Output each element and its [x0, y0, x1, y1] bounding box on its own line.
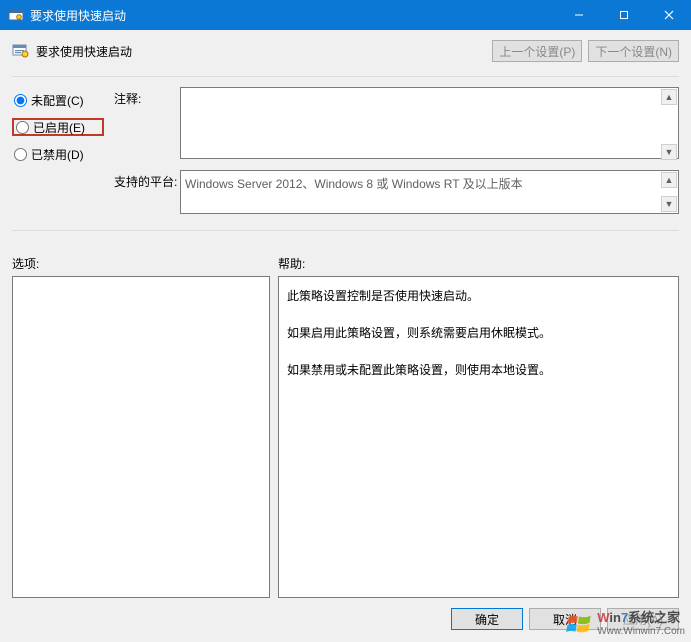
header-row: 要求使用快速启动 上一个设置(P) 下一个设置(N)	[12, 40, 679, 62]
scroll-up-icon[interactable]: ▲	[661, 172, 677, 188]
close-button[interactable]	[646, 0, 691, 30]
options-label: 选项:	[12, 255, 278, 272]
comment-textarea[interactable]	[180, 87, 679, 159]
separator	[12, 76, 679, 77]
titlebar: 要求使用快速启动	[0, 0, 691, 30]
platform-label: 支持的平台:	[114, 170, 180, 190]
radio-enabled-input[interactable]	[16, 121, 29, 134]
policy-app-icon	[8, 7, 24, 23]
comment-label: 注释:	[114, 87, 180, 107]
scroll-up-icon[interactable]: ▲	[661, 89, 677, 105]
radio-not-configured[interactable]: 未配置(C)	[12, 91, 104, 109]
ok-button[interactable]: 确定	[451, 608, 523, 630]
next-setting-button[interactable]: 下一个设置(N)	[588, 40, 679, 62]
help-label: 帮助:	[278, 255, 305, 272]
dialog-button-bar: 确定 取消 应用(A)	[12, 598, 679, 642]
separator	[12, 230, 679, 231]
help-paragraph: 此策略设置控制是否使用快速启动。	[287, 285, 670, 308]
previous-setting-button[interactable]: 上一个设置(P)	[492, 40, 582, 62]
radio-disabled[interactable]: 已禁用(D)	[12, 145, 104, 163]
supported-platform-box: Windows Server 2012、Windows 8 或 Windows …	[180, 170, 679, 214]
state-radio-group: 未配置(C) 已启用(E) 已禁用(D)	[12, 87, 104, 222]
radio-not-configured-input[interactable]	[14, 94, 27, 107]
options-pane	[12, 276, 270, 598]
help-paragraph: 如果禁用或未配置此策略设置，则使用本地设置。	[287, 359, 670, 382]
help-pane[interactable]: 此策略设置控制是否使用快速启动。如果启用此策略设置，则系统需要启用休眠模式。如果…	[278, 276, 679, 598]
policy-name: 要求使用快速启动	[36, 43, 132, 60]
scroll-down-icon[interactable]: ▼	[661, 144, 677, 160]
apply-button[interactable]: 应用(A)	[607, 608, 679, 630]
lower-labels: 选项: 帮助:	[12, 255, 679, 272]
policy-icon	[12, 42, 30, 60]
radio-enabled-label: 已启用(E)	[33, 119, 85, 136]
radio-enabled[interactable]: 已启用(E)	[12, 118, 104, 136]
minimize-button[interactable]	[556, 0, 601, 30]
window-controls	[556, 0, 691, 30]
radio-disabled-label: 已禁用(D)	[31, 146, 84, 163]
help-paragraph: 如果启用此策略设置，则系统需要启用休眠模式。	[287, 322, 670, 345]
radio-not-configured-label: 未配置(C)	[31, 92, 84, 109]
radio-disabled-input[interactable]	[14, 148, 27, 161]
window-title: 要求使用快速启动	[30, 7, 556, 24]
scroll-down-icon[interactable]: ▼	[661, 196, 677, 212]
cancel-button[interactable]: 取消	[529, 608, 601, 630]
maximize-button[interactable]	[601, 0, 646, 30]
